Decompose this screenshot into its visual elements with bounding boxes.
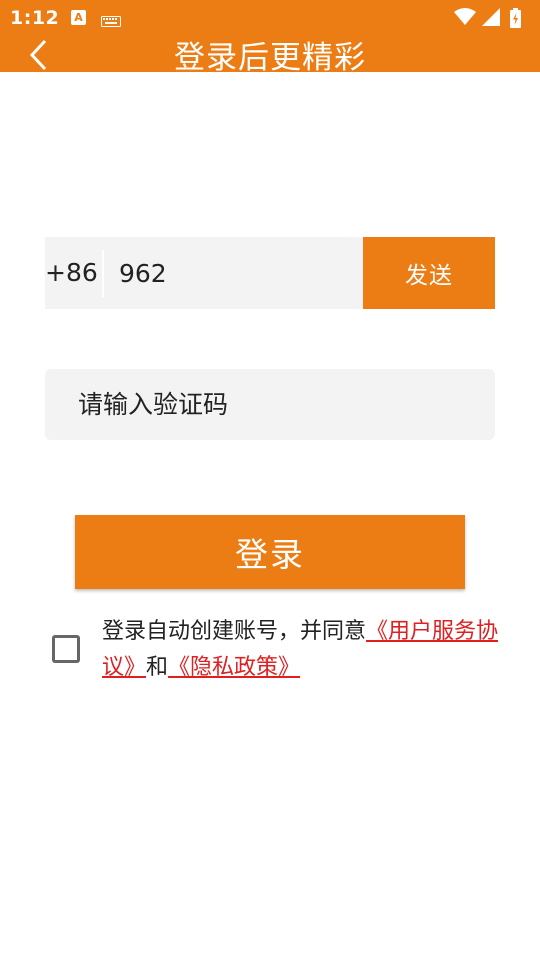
phone-divider: [102, 250, 104, 297]
status-time: 1:12: [10, 7, 60, 29]
font-a-icon: A: [71, 10, 86, 25]
country-code[interactable]: +86: [45, 237, 103, 309]
page-title: 登录后更精彩: [174, 40, 366, 72]
status-bar: 1:12 A: [0, 0, 540, 36]
code-row: [45, 369, 495, 440]
agreement-checkbox[interactable]: [52, 635, 80, 663]
app-bar: 登录后更精彩: [0, 36, 540, 72]
keyboard-icon: [101, 12, 121, 31]
phone-row: +86 发送: [45, 237, 495, 309]
phone-input[interactable]: [105, 237, 363, 309]
privacy-policy-link[interactable]: 《隐私政策》: [168, 655, 300, 680]
verification-code-input[interactable]: [45, 369, 495, 440]
agreement-prefix: 登录自动创建账号，并同意: [102, 619, 367, 644]
login-button[interactable]: 登录: [75, 515, 465, 589]
send-code-button[interactable]: 发送: [363, 237, 495, 309]
agreement-text: 登录自动创建账号，并同意《用户服务协议》和《隐私政策》: [102, 614, 522, 686]
agreement-joiner: 和: [146, 655, 169, 680]
